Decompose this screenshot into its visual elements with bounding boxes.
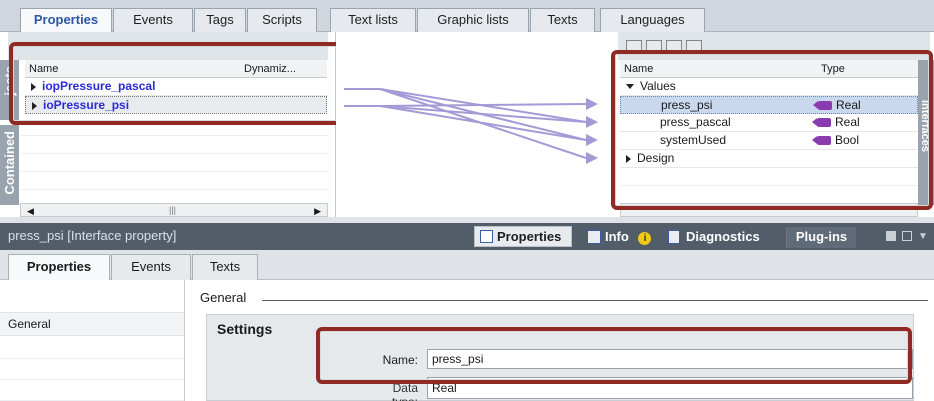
maximize-icon[interactable] bbox=[902, 231, 912, 241]
diagnostics-button-label: Diagnostics bbox=[686, 229, 760, 244]
connection-arrow bbox=[586, 134, 598, 146]
info-button-label: Info bbox=[605, 229, 629, 244]
connection-line bbox=[344, 88, 587, 159]
connection-area bbox=[336, 32, 614, 217]
properties-icon bbox=[480, 230, 493, 243]
inspector-tab-strip: Properties Events Texts bbox=[0, 250, 934, 280]
highlight-frame-name bbox=[316, 327, 912, 384]
tab-properties-lower[interactable]: Properties bbox=[8, 254, 110, 280]
scroll-thumb-grip-icon: ||| bbox=[169, 205, 177, 215]
properties-button[interactable]: Properties bbox=[474, 226, 572, 247]
section-divider bbox=[262, 300, 928, 301]
contained-side-tab[interactable]: Contained bbox=[0, 125, 19, 205]
scroll-left-icon[interactable]: ◀ bbox=[27, 206, 34, 217]
connection-arrow bbox=[586, 116, 598, 128]
tab-graphic-lists[interactable]: Graphic lists bbox=[417, 8, 529, 32]
tab-tags[interactable]: Tags bbox=[194, 8, 246, 32]
tab-texts[interactable]: Texts bbox=[530, 8, 595, 32]
connection-arrow bbox=[586, 98, 598, 110]
info-button[interactable]: Info i bbox=[585, 227, 652, 248]
tab-languages[interactable]: Languages bbox=[600, 8, 705, 32]
highlight-frame-objects bbox=[9, 42, 343, 125]
tab-properties[interactable]: Properties bbox=[20, 8, 112, 33]
data-type-label: Data type: bbox=[392, 381, 418, 401]
connection-lines bbox=[344, 88, 598, 164]
tab-events[interactable]: Events bbox=[113, 8, 193, 32]
nav-empty-rows bbox=[0, 338, 184, 401]
contained-side-label: Contained bbox=[2, 131, 17, 195]
horizontal-scrollbar[interactable]: ◀ ||| ▶ bbox=[20, 203, 328, 217]
tab-text-lists[interactable]: Text lists bbox=[330, 8, 416, 32]
connection-arrow bbox=[586, 152, 598, 164]
inspector-side-nav: General bbox=[0, 280, 185, 401]
chevron-down-icon[interactable]: ▼ bbox=[918, 231, 928, 242]
properties-button-label: Properties bbox=[497, 229, 562, 244]
info-icon bbox=[587, 230, 601, 244]
diagnostics-button[interactable]: Diagnostics bbox=[666, 227, 760, 248]
plugins-button[interactable]: Plug-ins bbox=[786, 227, 856, 248]
settings-title: Settings bbox=[217, 321, 273, 337]
tab-events-lower[interactable]: Events bbox=[111, 254, 191, 280]
scroll-right-icon[interactable]: ▶ bbox=[314, 206, 321, 217]
restore-icon[interactable] bbox=[886, 231, 896, 241]
tab-texts-lower[interactable]: Texts bbox=[192, 254, 258, 280]
diagnostics-icon bbox=[668, 230, 680, 244]
connection-line bbox=[344, 105, 587, 141]
tab-scripts[interactable]: Scripts bbox=[247, 8, 317, 32]
inspector-title-bar: press_psi [Interface property] Propertie… bbox=[0, 223, 934, 250]
nav-item-general[interactable]: General bbox=[0, 312, 184, 336]
editor-tab-strip: Properties Events Tags Scripts Text list… bbox=[0, 0, 934, 33]
info-badge-icon: i bbox=[638, 232, 652, 245]
nav-item-general-label: General bbox=[8, 317, 51, 331]
inspector-title: press_psi [Interface property] bbox=[8, 228, 177, 243]
plugins-button-label: Plug-ins bbox=[795, 229, 848, 244]
object-table-empty-rows bbox=[20, 118, 328, 203]
connection-line bbox=[344, 88, 587, 141]
highlight-frame-interface bbox=[611, 50, 933, 210]
section-title: General bbox=[200, 290, 247, 305]
